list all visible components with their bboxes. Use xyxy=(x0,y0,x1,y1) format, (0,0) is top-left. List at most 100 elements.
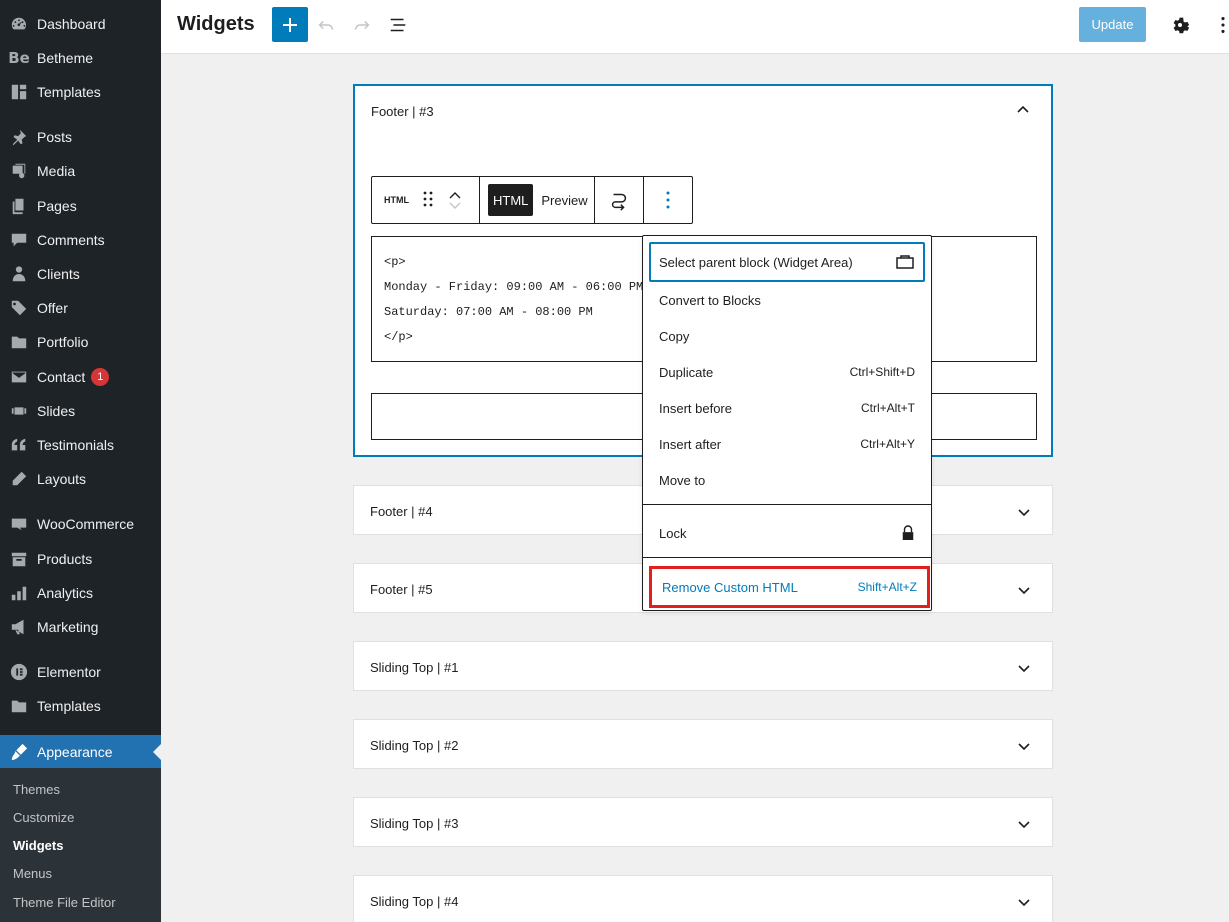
more-vertical-icon xyxy=(666,191,670,209)
sidebar-item-products[interactable]: Products xyxy=(0,542,161,576)
move-down-icon[interactable] xyxy=(449,202,461,210)
sidebar-item-testimonials[interactable]: Testimonials xyxy=(0,428,161,462)
add-block-button[interactable] xyxy=(272,7,308,42)
sidebar-item-marketing[interactable]: Marketing xyxy=(0,610,161,644)
select-parent-block-item[interactable]: Select parent block (Widget Area) xyxy=(649,242,925,282)
sidebar-item-clients[interactable]: Clients xyxy=(0,257,161,291)
options-button[interactable] xyxy=(1216,13,1229,37)
widget-area-panel[interactable]: Sliding Top | #2 xyxy=(353,719,1053,769)
redo-icon xyxy=(354,20,370,30)
pencil-icon xyxy=(9,469,29,489)
block-options-button[interactable] xyxy=(644,177,692,223)
sidebar-item-betheme[interactable]: Be Betheme xyxy=(0,41,161,75)
sidebar-item-analytics[interactable]: Analytics xyxy=(0,576,161,610)
woocommerce-icon xyxy=(9,514,29,534)
sidebar-item-label: Posts xyxy=(37,129,73,145)
menu-item-label: Insert after xyxy=(659,436,722,452)
undo-button[interactable] xyxy=(314,13,338,37)
sidebar-item-elementor-templates[interactable]: Templates xyxy=(0,689,161,723)
chart-icon xyxy=(9,583,29,603)
quote-icon xyxy=(9,435,29,455)
copy-item[interactable]: Copy xyxy=(643,318,931,354)
widget-area-panel[interactable]: Sliding Top | #4 xyxy=(353,875,1053,922)
code-line: <p> xyxy=(384,255,406,269)
sidebar-item-pages[interactable]: Pages xyxy=(0,189,161,223)
remove-custom-html-item[interactable]: Remove Custom HTML Shift+Alt+Z xyxy=(649,566,930,608)
sidebar-item-woocommerce[interactable]: WooCommerce xyxy=(0,507,161,541)
submenu-item-themes[interactable]: Themes xyxy=(13,782,60,797)
panel-title: Footer | #4 xyxy=(370,504,433,519)
html-tab[interactable]: HTML xyxy=(488,184,534,216)
sidebar-item-label: Betheme xyxy=(37,50,94,66)
sidebar-item-label: Offer xyxy=(37,300,68,316)
duplicate-item[interactable]: Duplicate Ctrl+Shift+D xyxy=(643,354,931,390)
drag-handle-icon[interactable] xyxy=(423,191,433,210)
submenu-item-widgets[interactable]: Widgets xyxy=(13,838,63,853)
brush-icon xyxy=(9,742,29,762)
move-to-item[interactable]: Move to xyxy=(643,462,931,498)
submenu-item-theme-file-editor[interactable]: Theme File Editor xyxy=(13,895,116,910)
sidebar-item-label: Elementor xyxy=(37,664,101,680)
betheme-icon: Be xyxy=(8,49,30,67)
plus-icon xyxy=(283,17,297,32)
appearance-submenu: Themes Customize Widgets Menus Theme Fil… xyxy=(0,768,161,922)
chevron-down-icon[interactable] xyxy=(1016,894,1032,910)
sidebar-item-slides[interactable]: Slides xyxy=(0,394,161,428)
widget-area-panel[interactable]: Sliding Top | #1 xyxy=(353,641,1053,691)
menu-divider xyxy=(643,557,931,558)
sidebar-item-portfolio[interactable]: Portfolio xyxy=(0,325,161,359)
update-button[interactable]: Update xyxy=(1079,7,1146,42)
chevron-down-icon[interactable] xyxy=(1016,582,1032,598)
sidebar-item-media[interactable]: Media xyxy=(0,154,161,188)
sidebar-item-dashboard[interactable]: Dashboard xyxy=(0,7,161,41)
sidebar-item-templates[interactable]: Templates xyxy=(0,75,161,109)
menu-item-label: Lock xyxy=(659,525,687,541)
code-line: Saturday: 07:00 AM - 08:00 PM xyxy=(384,305,593,319)
insert-after-item[interactable]: Insert after Ctrl+Alt+Y xyxy=(643,426,931,462)
chevron-down-icon[interactable] xyxy=(1016,738,1032,754)
sidebar-item-contact[interactable]: Contact 1 xyxy=(0,360,161,394)
sidebar-item-label: Comments xyxy=(37,232,105,248)
folder-icon xyxy=(9,696,29,716)
sidebar-item-layouts[interactable]: Layouts xyxy=(0,462,161,496)
submenu-item-customize[interactable]: Customize xyxy=(13,810,74,825)
chevron-down-icon[interactable] xyxy=(1016,660,1032,676)
submenu-item-menus[interactable]: Menus xyxy=(13,866,52,881)
undo-icon xyxy=(318,20,334,30)
move-up-icon[interactable] xyxy=(449,191,461,199)
insert-before-item[interactable]: Insert before Ctrl+Alt+T xyxy=(643,390,931,426)
lock-item[interactable]: Lock xyxy=(643,515,931,551)
sidebar-item-posts[interactable]: Posts xyxy=(0,120,161,154)
preview-tab[interactable]: Preview xyxy=(541,193,587,208)
sidebar-item-label: Media xyxy=(37,163,76,179)
shortcut: Ctrl+Alt+Y xyxy=(860,437,915,451)
menu-item-label: Copy xyxy=(659,328,690,344)
chevron-down-icon[interactable] xyxy=(1016,504,1032,520)
panel-title: Footer | #5 xyxy=(370,582,433,597)
sidebar-item-label: Portfolio xyxy=(37,334,89,350)
menu-item-label: Convert to Blocks xyxy=(659,292,761,308)
sidebar-item-comments[interactable]: Comments xyxy=(0,223,161,257)
chevron-down-icon[interactable] xyxy=(1016,816,1032,832)
convert-to-blocks-item[interactable]: Convert to Blocks xyxy=(643,282,931,318)
sidebar-item-elementor[interactable]: Elementor xyxy=(0,655,161,689)
chevron-up-icon[interactable] xyxy=(1015,102,1031,118)
code-line: </p> xyxy=(384,330,413,344)
panel-title[interactable]: Footer | #3 xyxy=(371,104,434,119)
transform-button[interactable] xyxy=(595,177,644,223)
html-block-icon[interactable]: HTML xyxy=(384,195,409,205)
sidebar-item-label: Slides xyxy=(37,403,76,419)
sidebar-item-offer[interactable]: Offer xyxy=(0,291,161,325)
widget-area-icon xyxy=(896,255,914,269)
shortcut: Ctrl+Alt+T xyxy=(860,401,915,415)
sidebar-item-appearance[interactable]: Appearance xyxy=(0,735,161,769)
list-view-button[interactable] xyxy=(386,13,410,37)
sidebar-item-label: Layouts xyxy=(37,471,87,487)
move-buttons xyxy=(449,191,461,210)
widget-area-panel[interactable]: Sliding Top | #3 xyxy=(353,797,1053,847)
redo-button[interactable] xyxy=(350,13,374,37)
pin-icon xyxy=(9,127,29,147)
settings-button[interactable] xyxy=(1168,13,1192,37)
list-view-icon xyxy=(390,18,406,32)
sidebar-item-label: Pages xyxy=(37,198,77,214)
